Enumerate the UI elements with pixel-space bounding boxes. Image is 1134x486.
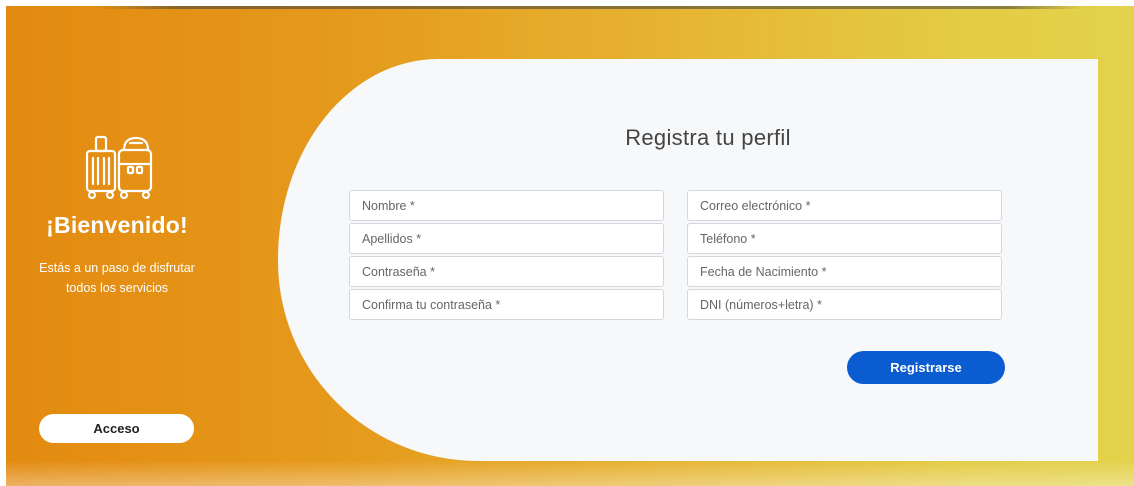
form-title: Registra tu perfil [625, 125, 791, 150]
welcome-message: Estás a un paso de disfrutar todos los s… [6, 258, 228, 298]
bottom-fade [6, 460, 1134, 486]
birthdate-input[interactable] [687, 256, 1002, 287]
login-button[interactable]: Acceso [39, 414, 194, 443]
dni-input[interactable] [687, 289, 1002, 320]
apellidos-input[interactable] [349, 223, 664, 254]
password-input[interactable] [349, 256, 664, 287]
top-divider [96, 6, 1086, 9]
welcome-panel: ¡Bienvenido! Estás a un paso de disfruta… [6, 6, 228, 486]
phone-input[interactable] [687, 223, 1002, 254]
register-card: Registra tu perfil Registrarse [278, 59, 1098, 461]
registration-banner: ¡Bienvenido! Estás a un paso de disfruta… [6, 6, 1134, 486]
welcome-message-line1: Estás a un paso de disfrutar [39, 261, 195, 275]
welcome-heading: ¡Bienvenido! [46, 212, 188, 238]
email-input[interactable] [687, 190, 1002, 221]
nombre-input[interactable] [349, 190, 664, 221]
welcome-message-line2: todos los servicios [65, 281, 169, 295]
register-button[interactable]: Registrarse [847, 351, 1005, 384]
luggage-icon [85, 135, 153, 200]
confirm-password-input[interactable] [349, 289, 664, 320]
